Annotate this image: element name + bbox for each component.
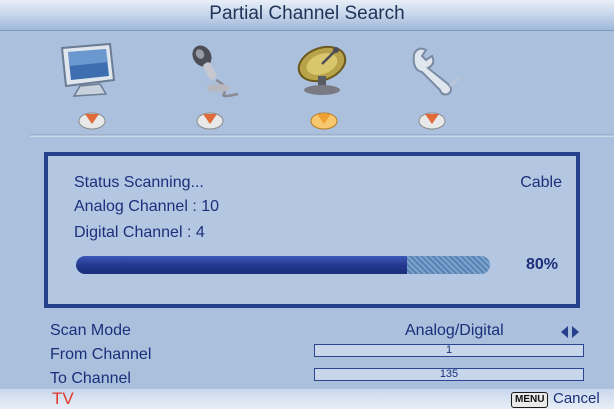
scan-mode-value[interactable]: Analog/Digital: [405, 322, 504, 340]
scan-progress-fill: [76, 256, 408, 274]
tv-monitor-icon[interactable]: [56, 42, 120, 98]
analog-channel-count: Analog Channel : 10: [74, 198, 219, 215]
status-text: Status Scanning...: [74, 174, 204, 191]
scan-status-panel: Status Scanning... Cable Analog Channel …: [44, 152, 580, 308]
scan-mode-label: Scan Mode: [50, 322, 131, 339]
divider: [30, 134, 614, 137]
menu-key-icon[interactable]: MENU: [511, 392, 549, 408]
osd-screen: Partial Channel Search Status Scanning..…: [0, 0, 614, 409]
pointer-satellite-icon-active: [309, 108, 339, 130]
progress-percent: 80%: [526, 256, 559, 273]
to-channel-field[interactable]: 135: [314, 368, 584, 381]
from-channel-field[interactable]: 1: [314, 344, 584, 357]
source-label: Cable: [520, 174, 562, 191]
left-right-arrows-icon[interactable]: [560, 325, 580, 339]
menu-icon-bar: [0, 34, 614, 134]
pointer-wrench-icon: [417, 108, 447, 130]
wrench-icon[interactable]: [404, 42, 468, 98]
scan-progress-bar: [76, 256, 490, 274]
from-channel-label: From Channel: [50, 346, 152, 363]
cancel-label[interactable]: Cancel: [553, 389, 600, 409]
page-title: Partial Channel Search: [0, 0, 614, 31]
tv-brand-logo: TV: [52, 389, 74, 408]
pointer-tv-icon: [77, 108, 107, 130]
to-channel-label: To Channel: [50, 370, 131, 387]
satellite-dish-icon[interactable]: [292, 42, 356, 98]
pointer-microphone-icon: [195, 108, 225, 130]
digital-channel-count: Digital Channel : 4: [74, 224, 205, 241]
microphone-icon[interactable]: [180, 42, 244, 98]
